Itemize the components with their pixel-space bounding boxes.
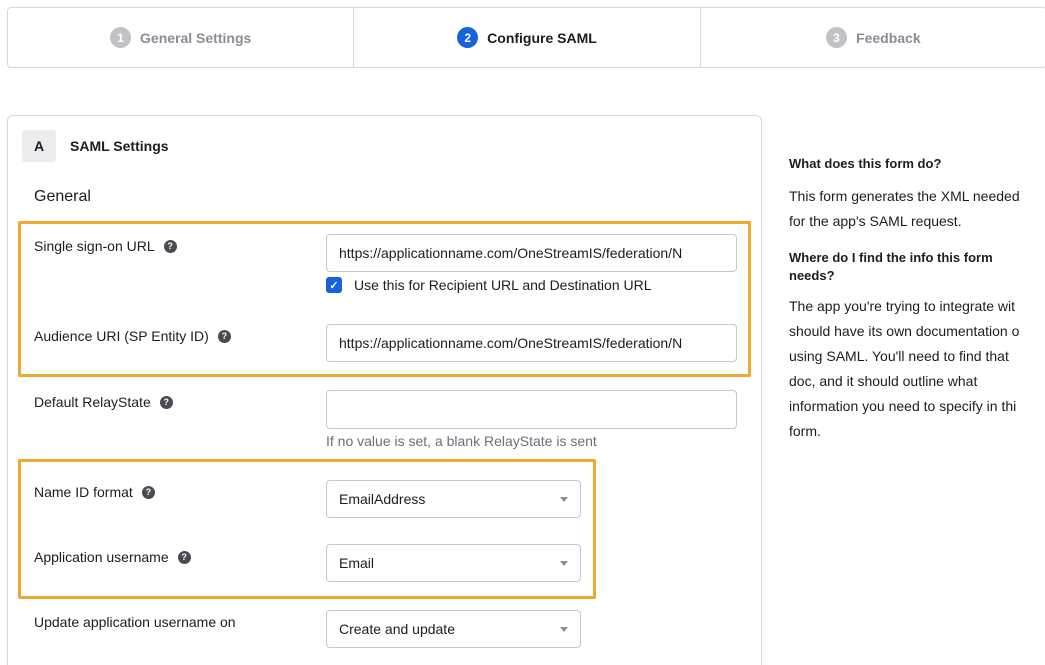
chevron-down-icon	[560, 496, 568, 502]
step-number-1: 1	[110, 27, 132, 48]
side-help-answer-1-line: This form generates the XML needed	[789, 188, 1020, 204]
step-general-settings[interactable]: 1 General Settings	[8, 8, 353, 67]
name-id-format-label: Name ID format ?	[34, 484, 155, 500]
step-number-3: 3	[826, 27, 848, 48]
help-icon[interactable]: ?	[177, 550, 191, 564]
app-username-label-text: Application username	[34, 549, 169, 565]
update-username-label: Update application username on	[34, 614, 236, 630]
side-help-answer-2-line: The app you're trying to integrate wit	[789, 298, 1016, 314]
side-help-panel: What does this form do? This form genera…	[789, 155, 1045, 444]
side-help-answer-2-line: using SAML. You'll need to find that	[789, 348, 1009, 364]
audience-uri-label: Audience URI (SP Entity ID) ?	[34, 328, 231, 344]
sso-url-label-text: Single sign-on URL	[34, 238, 155, 254]
relay-state-input[interactable]	[326, 390, 737, 429]
recipient-checkbox-row[interactable]: ✓ Use this for Recipient URL and Destina…	[326, 277, 652, 293]
side-help-answer-2: The app you're trying to integrate wit s…	[789, 294, 1045, 444]
step-number-2: 2	[457, 27, 479, 48]
side-help-question-2-line: needs?	[789, 268, 835, 283]
step-label-feedback: Feedback	[856, 29, 921, 46]
sso-url-label: Single sign-on URL ?	[34, 238, 177, 254]
audience-uri-label-text: Audience URI (SP Entity ID)	[34, 328, 209, 344]
section-title: SAML Settings	[70, 138, 169, 154]
app-username-value: Email	[339, 555, 375, 571]
side-help-question-1: What does this form do?	[789, 156, 942, 171]
chevron-down-icon	[560, 560, 568, 566]
group-title-general: General	[34, 188, 91, 205]
side-help-answer-2-line: doc, and it should outline what	[789, 373, 978, 389]
step-configure-saml[interactable]: 2 Configure SAML	[353, 8, 699, 67]
side-help-answer-1-line: for the app's SAML request.	[789, 213, 962, 229]
side-help-question-2-line: Where do I find the info this form	[789, 250, 993, 265]
recipient-checkbox[interactable]: ✓	[326, 277, 342, 293]
name-id-format-label-text: Name ID format	[34, 484, 133, 500]
saml-settings-card: A SAML Settings General Single sign-on U…	[7, 115, 762, 665]
sso-url-input[interactable]: https://applicationname.com/OneStreamIS/…	[326, 234, 737, 272]
app-username-label: Application username ?	[34, 549, 191, 565]
relay-state-label: Default RelayState ?	[34, 394, 173, 410]
name-id-format-value: EmailAddress	[339, 491, 426, 507]
update-username-select[interactable]: Create and update	[326, 610, 581, 648]
relay-state-hint: If no value is set, a blank RelayState i…	[326, 433, 597, 449]
chevron-down-icon	[560, 626, 568, 632]
side-help-question-2: Where do I find the info this form needs…	[789, 249, 1045, 285]
side-help-answer-2-line: information you need to specify in thi	[789, 398, 1017, 414]
name-id-format-select[interactable]: EmailAddress	[326, 480, 581, 518]
wizard-steps: 1 General Settings 2 Configure SAML 3 Fe…	[7, 7, 1045, 68]
side-help-answer-1: This form generates the XML needed for t…	[789, 184, 1045, 234]
relay-state-label-text: Default RelayState	[34, 394, 151, 410]
side-help-answer-2-line: form.	[789, 423, 821, 439]
help-icon[interactable]: ?	[141, 485, 155, 499]
step-label-configure-saml: Configure SAML	[487, 29, 597, 46]
help-icon[interactable]: ?	[163, 239, 177, 253]
side-help-answer-2-line: should have its own documentation o	[789, 323, 1020, 339]
recipient-checkbox-label: Use this for Recipient URL and Destinati…	[354, 277, 652, 293]
step-feedback[interactable]: 3 Feedback	[699, 8, 1045, 67]
help-icon[interactable]: ?	[217, 329, 231, 343]
update-username-label-text: Update application username on	[34, 614, 236, 630]
step-label-general-settings: General Settings	[140, 29, 252, 46]
section-letter-badge: A	[22, 130, 56, 162]
update-username-value: Create and update	[339, 621, 455, 637]
app-username-select[interactable]: Email	[326, 544, 581, 582]
help-icon[interactable]: ?	[159, 395, 173, 409]
audience-uri-input[interactable]: https://applicationname.com/OneStreamIS/…	[326, 324, 737, 362]
section-header: A SAML Settings	[22, 130, 169, 162]
